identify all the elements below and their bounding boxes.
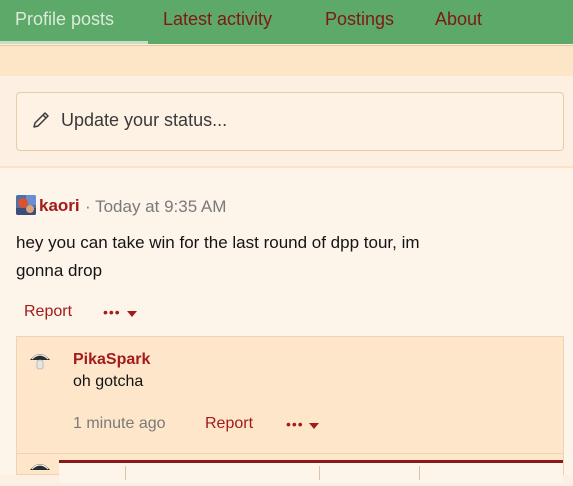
tab-latest-activity[interactable]: Latest activity bbox=[163, 9, 272, 30]
comment-author-link[interactable]: PikaSpark bbox=[73, 351, 150, 369]
post-timestamp[interactable]: · Today at 9:35 AM bbox=[85, 197, 226, 217]
current-user-avatar bbox=[29, 459, 51, 481]
post-body-line-2: gonna drop bbox=[16, 261, 103, 280]
toolbar-separator bbox=[125, 466, 126, 480]
tab-postings[interactable]: Postings bbox=[325, 9, 394, 30]
comment-text: oh gotcha bbox=[73, 373, 144, 390]
kaori-avatar-image bbox=[16, 195, 36, 215]
mushroom-avatar-image bbox=[30, 464, 50, 470]
chevron-down-icon[interactable] bbox=[127, 311, 137, 317]
post-body-line-1: hey you can take win for the last round … bbox=[16, 233, 420, 252]
pencil-icon bbox=[33, 112, 49, 128]
active-tab-indicator bbox=[0, 41, 148, 44]
post-report-link[interactable]: Report bbox=[24, 303, 72, 321]
comments-section: PikaSpark oh gotcha 1 minute ago Report … bbox=[16, 336, 564, 483]
status-update-input[interactable]: Update your status... bbox=[16, 92, 564, 151]
tab-about[interactable]: About bbox=[435, 9, 482, 30]
comment-more-options[interactable]: ••• bbox=[286, 416, 304, 432]
reply-editor-toolbar[interactable] bbox=[59, 460, 563, 483]
post-more-options[interactable]: ••• bbox=[103, 304, 121, 320]
profile-post: kaori · Today at 9:35 AM hey you can tak… bbox=[0, 168, 573, 483]
tab-content-strip bbox=[0, 46, 573, 76]
pikaspark-avatar[interactable] bbox=[29, 349, 51, 371]
status-placeholder: Update your status... bbox=[61, 110, 228, 130]
profile-tab-bar: Profile posts Latest activity Postings A… bbox=[0, 0, 573, 44]
tab-profile-posts[interactable]: Profile posts bbox=[15, 9, 114, 30]
mushroom-avatar-image bbox=[30, 354, 50, 370]
chevron-down-icon[interactable] bbox=[309, 423, 319, 429]
post-author-link[interactable]: kaori bbox=[39, 196, 80, 216]
avatar[interactable] bbox=[16, 195, 36, 215]
toolbar-separator bbox=[419, 466, 420, 480]
comment-divider bbox=[17, 453, 563, 454]
comment-timestamp[interactable]: 1 minute ago bbox=[73, 415, 166, 433]
comment-report-link[interactable]: Report bbox=[205, 415, 253, 433]
toolbar-separator bbox=[319, 466, 320, 480]
